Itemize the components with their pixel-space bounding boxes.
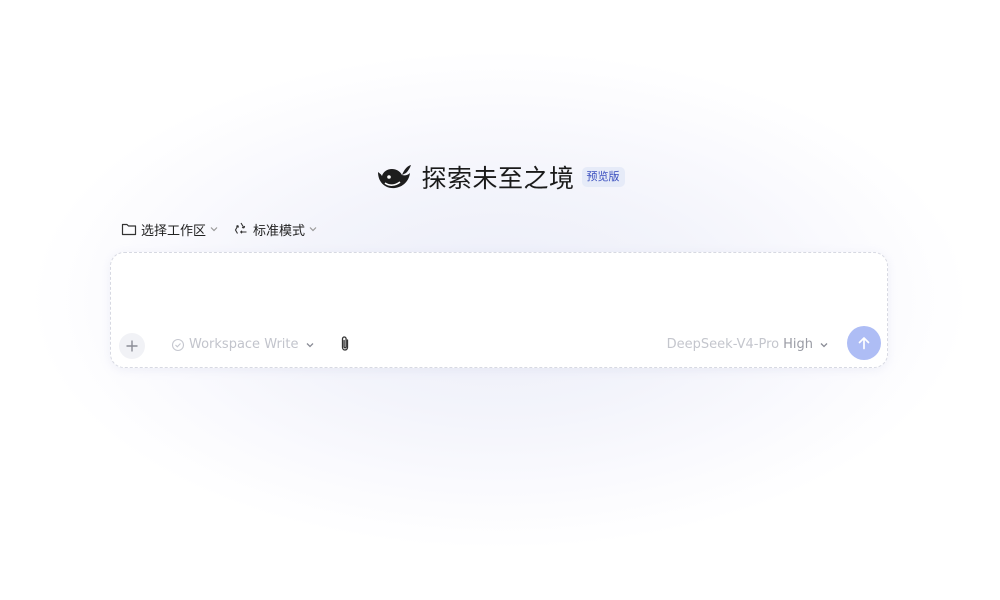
- permission-select[interactable]: Workspace Write: [171, 337, 315, 352]
- chevron-down-icon: [309, 227, 317, 232]
- chevron-down-icon: [210, 227, 218, 232]
- page: 探索未至之境 预览版 选择工作区 标准模式 Workspace Write De…: [0, 0, 1000, 600]
- model-name: DeepSeek-V4-Pro: [666, 337, 780, 352]
- message-input[interactable]: [125, 263, 869, 319]
- page-title: 探索未至之境: [421, 164, 575, 193]
- select-workspace-button[interactable]: 选择工作区: [121, 220, 219, 239]
- composer-box: Workspace Write DeepSeek-V4-Pro High: [110, 252, 888, 368]
- deepseek-whale-icon: [378, 165, 412, 189]
- paperclip-icon[interactable]: [337, 335, 353, 353]
- folder-icon: [121, 223, 137, 236]
- chevron-down-icon: [306, 342, 313, 347]
- chevron-down-icon: [820, 342, 828, 347]
- mode-label: 标准模式: [253, 223, 306, 239]
- arrow-up-icon: [858, 337, 870, 350]
- plus-icon: [126, 340, 138, 352]
- select-workspace-label: 选择工作区: [141, 223, 207, 239]
- model-select[interactable]: DeepSeek-V4-Pro High: [667, 337, 829, 352]
- add-button[interactable]: [119, 333, 145, 359]
- reasoning-effort: High: [783, 337, 813, 352]
- recycle-icon: [234, 222, 247, 234]
- mode-select-button[interactable]: 标准模式: [233, 220, 318, 239]
- composer-toolbar: 选择工作区 标准模式: [121, 219, 318, 239]
- send-button[interactable]: [847, 326, 881, 360]
- header: 探索未至之境 预览版: [0, 155, 1000, 199]
- shield-icon: [171, 338, 185, 351]
- preview-badge: 预览版: [581, 167, 625, 187]
- permission-label: Workspace Write: [189, 337, 299, 352]
